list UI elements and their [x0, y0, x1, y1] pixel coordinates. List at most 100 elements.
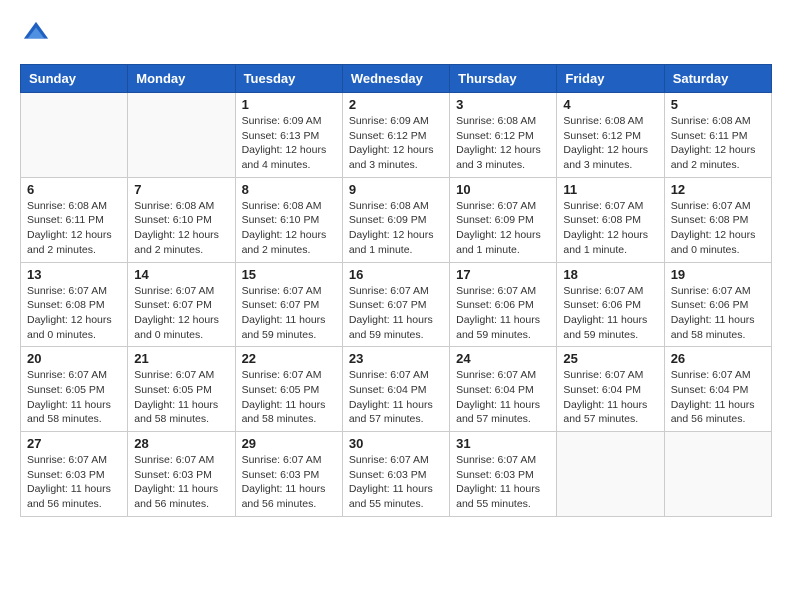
- day-number: 22: [242, 351, 336, 366]
- day-detail: Sunrise: 6:09 AM Sunset: 6:13 PM Dayligh…: [242, 114, 336, 173]
- calendar-cell: 30 Sunrise: 6:07 AM Sunset: 6:03 PM Dayli…: [342, 432, 449, 517]
- calendar-day-header: Wednesday: [342, 65, 449, 93]
- day-number: 14: [134, 267, 228, 282]
- day-detail: Sunrise: 6:07 AM Sunset: 6:04 PM Dayligh…: [671, 368, 765, 427]
- day-detail: Sunrise: 6:07 AM Sunset: 6:09 PM Dayligh…: [456, 199, 550, 258]
- calendar-table: SundayMondayTuesdayWednesdayThursdayFrid…: [20, 64, 772, 517]
- calendar-cell: 7 Sunrise: 6:08 AM Sunset: 6:10 PM Daylig…: [128, 177, 235, 262]
- day-detail: Sunrise: 6:07 AM Sunset: 6:06 PM Dayligh…: [563, 284, 657, 343]
- day-detail: Sunrise: 6:07 AM Sunset: 6:03 PM Dayligh…: [27, 453, 121, 512]
- calendar-cell: 22 Sunrise: 6:07 AM Sunset: 6:05 PM Dayli…: [235, 347, 342, 432]
- calendar-cell: 31 Sunrise: 6:07 AM Sunset: 6:03 PM Dayli…: [450, 432, 557, 517]
- day-number: 25: [563, 351, 657, 366]
- calendar-week-row: 6Sunrise: 6:08 AM Sunset: 6:11 PM Daylig…: [21, 177, 772, 262]
- calendar-week-row: 20 Sunrise: 6:07 AM Sunset: 6:05 PM Dayli…: [21, 347, 772, 432]
- calendar-cell: 17Sunrise: 6:07 AM Sunset: 6:06 PM Dayli…: [450, 262, 557, 347]
- day-detail: Sunrise: 6:07 AM Sunset: 6:04 PM Dayligh…: [563, 368, 657, 427]
- day-detail: Sunrise: 6:09 AM Sunset: 6:12 PM Dayligh…: [349, 114, 443, 173]
- day-number: 8: [242, 182, 336, 197]
- calendar-cell: 25 Sunrise: 6:07 AM Sunset: 6:04 PM Dayli…: [557, 347, 664, 432]
- calendar-cell: 16 Sunrise: 6:07 AM Sunset: 6:07 PM Dayli…: [342, 262, 449, 347]
- day-detail: Sunrise: 6:07 AM Sunset: 6:03 PM Dayligh…: [349, 453, 443, 512]
- calendar-day-header: Thursday: [450, 65, 557, 93]
- calendar-cell: 10 Sunrise: 6:07 AM Sunset: 6:09 PM Dayli…: [450, 177, 557, 262]
- day-number: 11: [563, 182, 657, 197]
- calendar-day-header: Friday: [557, 65, 664, 93]
- day-number: 16: [349, 267, 443, 282]
- calendar-cell: 3Sunrise: 6:08 AM Sunset: 6:12 PM Daylig…: [450, 93, 557, 178]
- calendar-cell: 24 Sunrise: 6:07 AM Sunset: 6:04 PM Dayli…: [450, 347, 557, 432]
- day-detail: Sunrise: 6:07 AM Sunset: 6:08 PM Dayligh…: [563, 199, 657, 258]
- day-number: 15: [242, 267, 336, 282]
- logo: [20, 20, 48, 48]
- day-detail: Sunrise: 6:07 AM Sunset: 6:05 PM Dayligh…: [242, 368, 336, 427]
- calendar-header-row: SundayMondayTuesdayWednesdayThursdayFrid…: [21, 65, 772, 93]
- day-number: 29: [242, 436, 336, 451]
- day-detail: Sunrise: 6:07 AM Sunset: 6:07 PM Dayligh…: [134, 284, 228, 343]
- day-detail: Sunrise: 6:08 AM Sunset: 6:11 PM Dayligh…: [27, 199, 121, 258]
- calendar-week-row: 27 Sunrise: 6:07 AM Sunset: 6:03 PM Dayli…: [21, 432, 772, 517]
- calendar-day-header: Monday: [128, 65, 235, 93]
- day-number: 4: [563, 97, 657, 112]
- calendar-cell: 12 Sunrise: 6:07 AM Sunset: 6:08 PM Dayli…: [664, 177, 771, 262]
- calendar-cell: 28 Sunrise: 6:07 AM Sunset: 6:03 PM Dayli…: [128, 432, 235, 517]
- calendar-cell: 6Sunrise: 6:08 AM Sunset: 6:11 PM Daylig…: [21, 177, 128, 262]
- day-detail: Sunrise: 6:08 AM Sunset: 6:10 PM Dayligh…: [242, 199, 336, 258]
- day-number: 1: [242, 97, 336, 112]
- calendar-cell: 26Sunrise: 6:07 AM Sunset: 6:04 PM Dayli…: [664, 347, 771, 432]
- day-number: 23: [349, 351, 443, 366]
- calendar-cell: 23 Sunrise: 6:07 AM Sunset: 6:04 PM Dayli…: [342, 347, 449, 432]
- day-number: 7: [134, 182, 228, 197]
- calendar-cell: 21Sunrise: 6:07 AM Sunset: 6:05 PM Dayli…: [128, 347, 235, 432]
- day-number: 31: [456, 436, 550, 451]
- day-number: 10: [456, 182, 550, 197]
- day-number: 2: [349, 97, 443, 112]
- calendar-cell: [557, 432, 664, 517]
- day-number: 28: [134, 436, 228, 451]
- logo-icon: [22, 20, 50, 48]
- calendar-cell: [128, 93, 235, 178]
- day-number: 20: [27, 351, 121, 366]
- day-detail: Sunrise: 6:07 AM Sunset: 6:08 PM Dayligh…: [671, 199, 765, 258]
- day-detail: Sunrise: 6:07 AM Sunset: 6:05 PM Dayligh…: [27, 368, 121, 427]
- day-detail: Sunrise: 6:07 AM Sunset: 6:03 PM Dayligh…: [456, 453, 550, 512]
- calendar-cell: [664, 432, 771, 517]
- day-number: 30: [349, 436, 443, 451]
- calendar-cell: 2 Sunrise: 6:09 AM Sunset: 6:12 PM Daylig…: [342, 93, 449, 178]
- day-number: 3: [456, 97, 550, 112]
- calendar-cell: 18 Sunrise: 6:07 AM Sunset: 6:06 PM Dayli…: [557, 262, 664, 347]
- day-detail: Sunrise: 6:08 AM Sunset: 6:12 PM Dayligh…: [563, 114, 657, 173]
- day-detail: Sunrise: 6:07 AM Sunset: 6:04 PM Dayligh…: [456, 368, 550, 427]
- calendar-cell: 27 Sunrise: 6:07 AM Sunset: 6:03 PM Dayli…: [21, 432, 128, 517]
- calendar-day-header: Sunday: [21, 65, 128, 93]
- calendar-cell: 1 Sunrise: 6:09 AM Sunset: 6:13 PM Daylig…: [235, 93, 342, 178]
- calendar-cell: 9Sunrise: 6:08 AM Sunset: 6:09 PM Daylig…: [342, 177, 449, 262]
- day-detail: Sunrise: 6:07 AM Sunset: 6:07 PM Dayligh…: [242, 284, 336, 343]
- day-detail: Sunrise: 6:07 AM Sunset: 6:07 PM Dayligh…: [349, 284, 443, 343]
- calendar-week-row: 1 Sunrise: 6:09 AM Sunset: 6:13 PM Daylig…: [21, 93, 772, 178]
- day-detail: Sunrise: 6:07 AM Sunset: 6:08 PM Dayligh…: [27, 284, 121, 343]
- day-number: 12: [671, 182, 765, 197]
- calendar-cell: 29 Sunrise: 6:07 AM Sunset: 6:03 PM Dayli…: [235, 432, 342, 517]
- calendar-week-row: 13Sunrise: 6:07 AM Sunset: 6:08 PM Dayli…: [21, 262, 772, 347]
- day-detail: Sunrise: 6:07 AM Sunset: 6:06 PM Dayligh…: [671, 284, 765, 343]
- day-number: 27: [27, 436, 121, 451]
- day-detail: Sunrise: 6:07 AM Sunset: 6:04 PM Dayligh…: [349, 368, 443, 427]
- day-number: 18: [563, 267, 657, 282]
- day-number: 19: [671, 267, 765, 282]
- page-header: [20, 20, 772, 48]
- day-detail: Sunrise: 6:07 AM Sunset: 6:03 PM Dayligh…: [134, 453, 228, 512]
- calendar-cell: 5Sunrise: 6:08 AM Sunset: 6:11 PM Daylig…: [664, 93, 771, 178]
- day-detail: Sunrise: 6:07 AM Sunset: 6:06 PM Dayligh…: [456, 284, 550, 343]
- calendar-day-header: Tuesday: [235, 65, 342, 93]
- day-detail: Sunrise: 6:07 AM Sunset: 6:03 PM Dayligh…: [242, 453, 336, 512]
- day-detail: Sunrise: 6:08 AM Sunset: 6:10 PM Dayligh…: [134, 199, 228, 258]
- day-number: 21: [134, 351, 228, 366]
- calendar-day-header: Saturday: [664, 65, 771, 93]
- calendar-cell: 4 Sunrise: 6:08 AM Sunset: 6:12 PM Daylig…: [557, 93, 664, 178]
- day-number: 24: [456, 351, 550, 366]
- day-number: 9: [349, 182, 443, 197]
- calendar-cell: [21, 93, 128, 178]
- calendar-cell: 13Sunrise: 6:07 AM Sunset: 6:08 PM Dayli…: [21, 262, 128, 347]
- calendar-cell: 20 Sunrise: 6:07 AM Sunset: 6:05 PM Dayli…: [21, 347, 128, 432]
